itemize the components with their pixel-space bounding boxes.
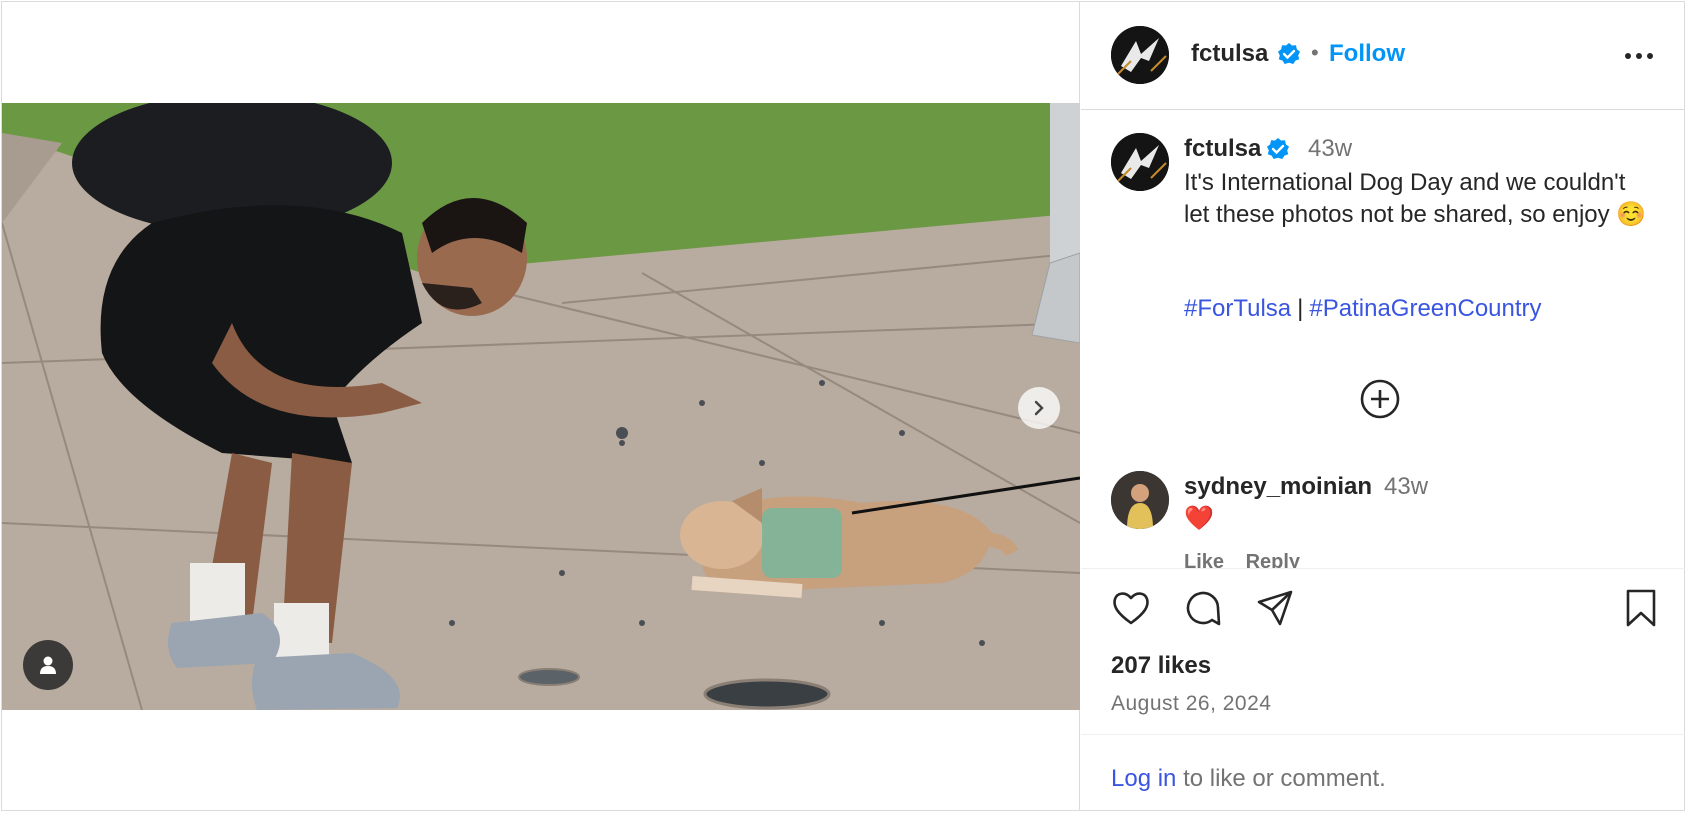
commenter-photo-icon xyxy=(1111,471,1169,529)
person-icon xyxy=(40,656,56,674)
more-dot xyxy=(1625,53,1631,59)
post-header: fctulsa • Follow xyxy=(1081,2,1685,110)
post-date[interactable]: August 26, 2024 xyxy=(1111,692,1271,716)
author-avatar[interactable] xyxy=(1111,26,1169,84)
more-dot xyxy=(1636,53,1642,59)
media-pane xyxy=(2,2,1080,810)
comment-reply-button[interactable]: Reply xyxy=(1246,551,1300,568)
comment-timestamp[interactable]: 43w xyxy=(1384,473,1428,501)
share-send-icon[interactable] xyxy=(1253,586,1297,630)
header-separator: • xyxy=(1311,40,1319,65)
likes-count[interactable]: 207 likes xyxy=(1111,652,1211,680)
verified-badge-icon xyxy=(1278,43,1300,64)
comment-bubble-icon[interactable] xyxy=(1181,586,1225,630)
load-more-comments-icon[interactable] xyxy=(1358,377,1402,421)
caption-hashtags: #ForTulsa | #PatinaGreenCountry xyxy=(1184,295,1542,323)
commenter-username[interactable]: sydney_moinian xyxy=(1184,473,1372,501)
more-dot xyxy=(1647,53,1653,59)
fctulsa-logo-icon xyxy=(1111,133,1169,191)
caption-timestamp[interactable]: 43w xyxy=(1308,135,1352,163)
hashtag-link[interactable]: #PatinaGreenCountry xyxy=(1309,295,1541,322)
hashtag-link[interactable]: #ForTulsa xyxy=(1184,295,1291,322)
comments-list: fctulsa 43w It's International Dog Day a… xyxy=(1081,111,1685,569)
login-prompt-rest: to like or comment. xyxy=(1183,765,1386,792)
comment-like-button[interactable]: Like xyxy=(1184,551,1224,568)
like-heart-icon[interactable] xyxy=(1109,586,1153,630)
commenter-avatar[interactable] xyxy=(1111,471,1169,529)
fctulsa-logo-icon xyxy=(1111,26,1169,84)
next-photo-button[interactable] xyxy=(1018,387,1060,429)
verified-badge-icon xyxy=(1267,138,1289,159)
login-link[interactable]: Log in xyxy=(1111,765,1176,792)
more-options-button[interactable] xyxy=(1619,42,1659,70)
page: fctulsa • Follow fctulsa 43w It's Intern… xyxy=(0,0,1686,814)
follow-button[interactable]: Follow xyxy=(1329,40,1405,68)
post-photo[interactable] xyxy=(2,103,1080,710)
post-actions xyxy=(1081,586,1685,636)
login-prompt: Log in to like or comment. xyxy=(1081,734,1685,810)
caption-avatar[interactable] xyxy=(1111,133,1169,191)
caption-username[interactable]: fctulsa xyxy=(1184,135,1261,163)
login-prompt-text: Log in to like or comment. xyxy=(1111,765,1386,793)
comment-text: ❤️ xyxy=(1184,505,1214,532)
post-side-panel: fctulsa • Follow fctulsa 43w It's Intern… xyxy=(1081,2,1685,810)
tagged-users-button[interactable] xyxy=(23,640,73,690)
post-dialog: fctulsa • Follow fctulsa 43w It's Intern… xyxy=(1,1,1685,811)
chevron-right-icon xyxy=(1034,400,1044,416)
bookmark-save-icon[interactable] xyxy=(1619,586,1663,630)
author-username[interactable]: fctulsa xyxy=(1191,40,1268,68)
caption-text: It's International Dog Day and we couldn… xyxy=(1184,169,1647,228)
hashtag-separator: | xyxy=(1297,295,1304,322)
comment-actions: Like Reply xyxy=(1184,551,1316,568)
